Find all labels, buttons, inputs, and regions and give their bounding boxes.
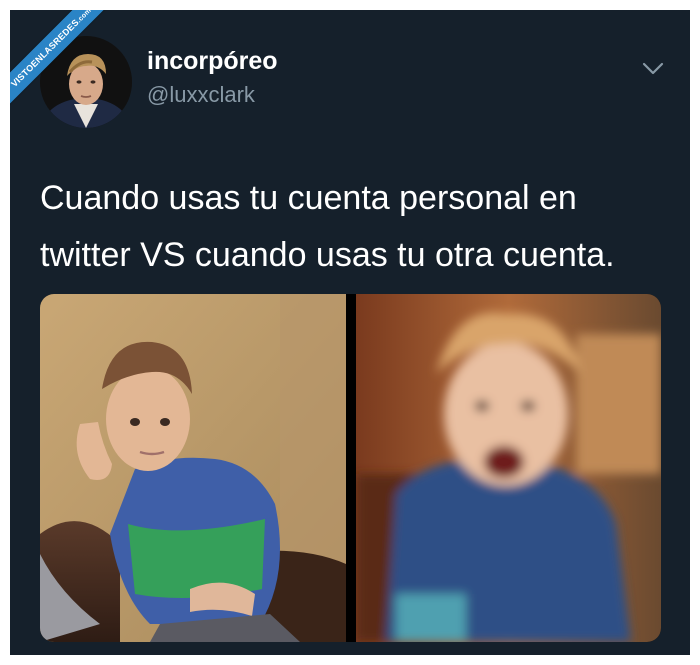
tweet-card: VISTOENLASREDES.com incorpóreo @luxxclar… [10, 10, 690, 655]
tweet-text-line: Cuando usas tu cuenta personal en [40, 179, 577, 217]
tweet-text-line: twitter VS cuando usas tu otra cuenta. [40, 236, 615, 274]
watermark-sub: .com [75, 10, 93, 25]
media-photo-right[interactable] [356, 294, 661, 642]
chevron-down-icon [642, 62, 664, 75]
tweet-media [40, 294, 661, 642]
media-photo-left[interactable] [40, 294, 346, 642]
user-handle[interactable]: @luxxclark [147, 82, 255, 108]
tweet-text: Cuando usas tu cuenta personal en twitte… [40, 170, 670, 284]
photo-calm-boy-icon [40, 294, 346, 642]
display-name[interactable]: incorpóreo [147, 47, 278, 76]
photo-screaming-boy-icon [356, 294, 661, 642]
tweet-menu-button[interactable] [638, 55, 668, 81]
